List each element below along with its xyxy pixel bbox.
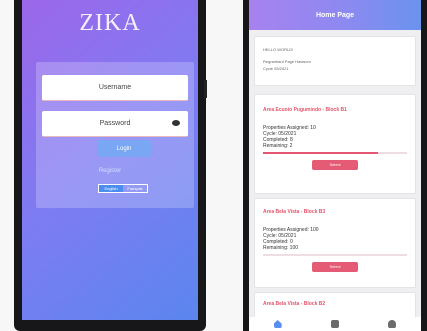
username-field[interactable]: Username — [42, 75, 188, 101]
lang-option-french[interactable]: Français — [123, 185, 147, 192]
bottom-navigation — [249, 317, 421, 331]
app-header: Home Page — [249, 0, 421, 30]
user-icon[interactable] — [388, 320, 397, 328]
info-cycle: Cycle 05/2021 — [263, 66, 289, 71]
document-icon[interactable] — [330, 320, 339, 328]
info-subtitle: Regrantiant Page Hawsom — [263, 59, 311, 64]
password-field[interactable]: Password — [42, 111, 188, 137]
greeting-text: HELLO WORLD! — [263, 47, 294, 52]
select-zone-button[interactable]: Select — [312, 262, 358, 272]
eye-icon[interactable] — [172, 120, 180, 126]
home-screen: Home Page HELLO WORLD! Regrantiant Page … — [249, 0, 421, 331]
lang-option-english[interactable]: English — [99, 185, 123, 192]
login-form: Username Password Login Register English… — [22, 0, 198, 320]
select-zone-button[interactable]: Select — [312, 160, 358, 170]
phone-side-button — [204, 80, 207, 98]
zone-progress-fill — [263, 152, 379, 154]
login-button[interactable]: Login — [97, 140, 151, 157]
language-toggle[interactable]: English Français — [98, 184, 148, 193]
page-title: Home Page — [315, 11, 355, 19]
zone-remaining: Remaining: 100 — [263, 245, 299, 251]
home-icon[interactable] — [273, 320, 282, 328]
register-link[interactable]: Register — [22, 168, 198, 174]
zone-progress-bar — [263, 254, 407, 256]
zone-remaining: Remaining: 2 — [263, 143, 293, 149]
zone-title: Area Bela Vista - Block B2 — [263, 301, 326, 307]
user-info-card: HELLO WORLD! Regrantiant Page Hawsom Cyc… — [254, 36, 416, 86]
password-placeholder: Password — [99, 120, 131, 127]
zone-progress-bar — [263, 152, 407, 154]
home-phone-frame: Home Page HELLO WORLD! Regrantiant Page … — [243, 0, 427, 331]
username-placeholder: Username — [98, 84, 132, 91]
zone-card: Area Bela Vista - Block B3 Properties As… — [254, 198, 416, 288]
zone-card: Area Ecuoio Pugumindo - Block B1 Propert… — [254, 94, 416, 194]
